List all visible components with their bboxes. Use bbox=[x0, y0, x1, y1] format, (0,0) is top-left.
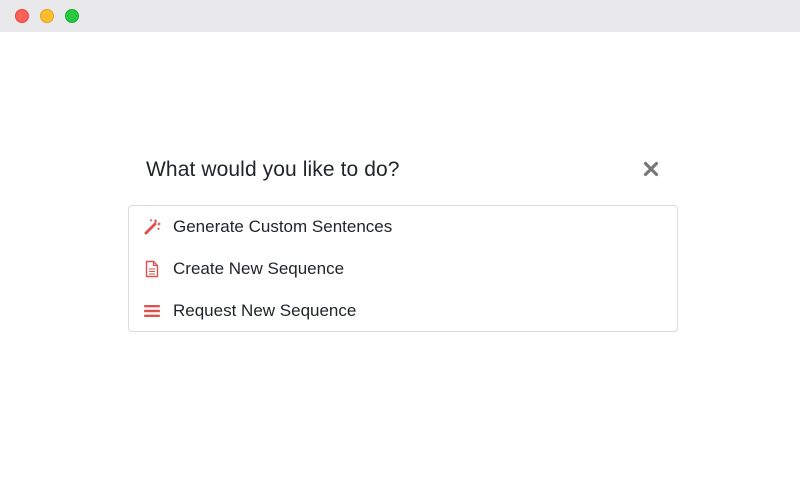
magic-wand-icon bbox=[143, 218, 161, 236]
option-label: Generate Custom Sentences bbox=[173, 217, 393, 236]
option-label: Create New Sequence bbox=[173, 259, 345, 278]
action-list: Generate Custom Sentences Create New Seq… bbox=[128, 205, 678, 332]
window-zoom-button[interactable] bbox=[65, 9, 79, 23]
dialog-header: What would you like to do? bbox=[146, 154, 666, 186]
option-create-new-sequence[interactable]: Create New Sequence bbox=[129, 248, 677, 290]
option-generate-custom-sentences[interactable]: Generate Custom Sentences bbox=[129, 206, 677, 248]
option-label: Request New Sequence bbox=[173, 301, 357, 320]
close-icon[interactable] bbox=[642, 160, 660, 178]
list-icon bbox=[143, 302, 161, 320]
window-titlebar bbox=[0, 0, 800, 32]
dialog-title: What would you like to do? bbox=[146, 158, 400, 181]
document-icon bbox=[143, 260, 161, 278]
window-minimize-button[interactable] bbox=[40, 9, 54, 23]
window-close-button[interactable] bbox=[15, 9, 29, 23]
option-request-new-sequence[interactable]: Request New Sequence bbox=[129, 290, 677, 332]
